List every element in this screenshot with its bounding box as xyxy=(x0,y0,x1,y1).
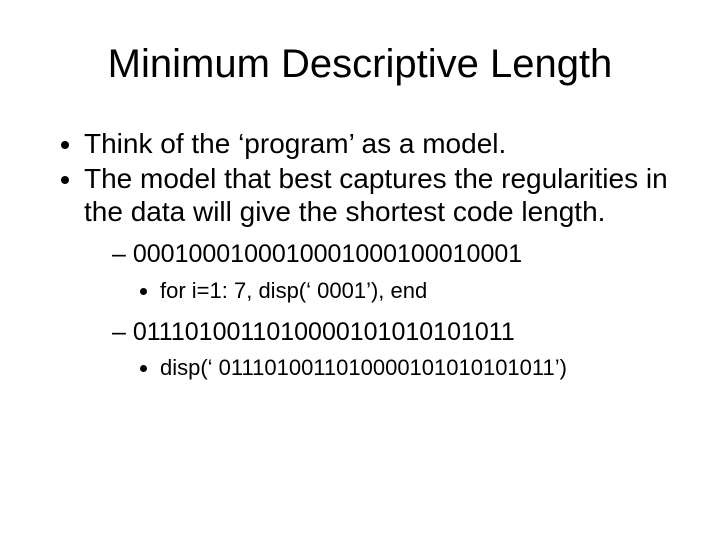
bullet-item: The model that best captures the regular… xyxy=(84,162,670,381)
code-list: for i=1: 7, disp(‘ 0001’), end xyxy=(112,278,670,304)
code-list: disp(‘ 0111010011010000101010101011’) xyxy=(112,355,670,381)
sub-list: 0001000100010001000100010001 for i=1: 7,… xyxy=(84,240,670,381)
slide-title: Minimum Descriptive Length xyxy=(50,42,670,87)
sub-item: 0001000100010001000100010001 for i=1: 7,… xyxy=(112,240,670,303)
sequence-text: 0001000100010001000100010001 xyxy=(133,240,522,268)
slide: Minimum Descriptive Length Think of the … xyxy=(0,0,720,540)
sub-item: 0111010011010000101010101011 disp(‘ 0111… xyxy=(112,318,670,381)
code-item: disp(‘ 0111010011010000101010101011’) xyxy=(160,355,670,381)
bullet-text: The model that best captures the regular… xyxy=(84,163,668,227)
sequence-text: 0111010011010000101010101011 xyxy=(133,318,515,346)
code-item: for i=1: 7, disp(‘ 0001’), end xyxy=(160,278,670,304)
bullet-list: Think of the ‘program’ as a model. The m… xyxy=(50,127,670,381)
bullet-item: Think of the ‘program’ as a model. xyxy=(84,127,670,160)
